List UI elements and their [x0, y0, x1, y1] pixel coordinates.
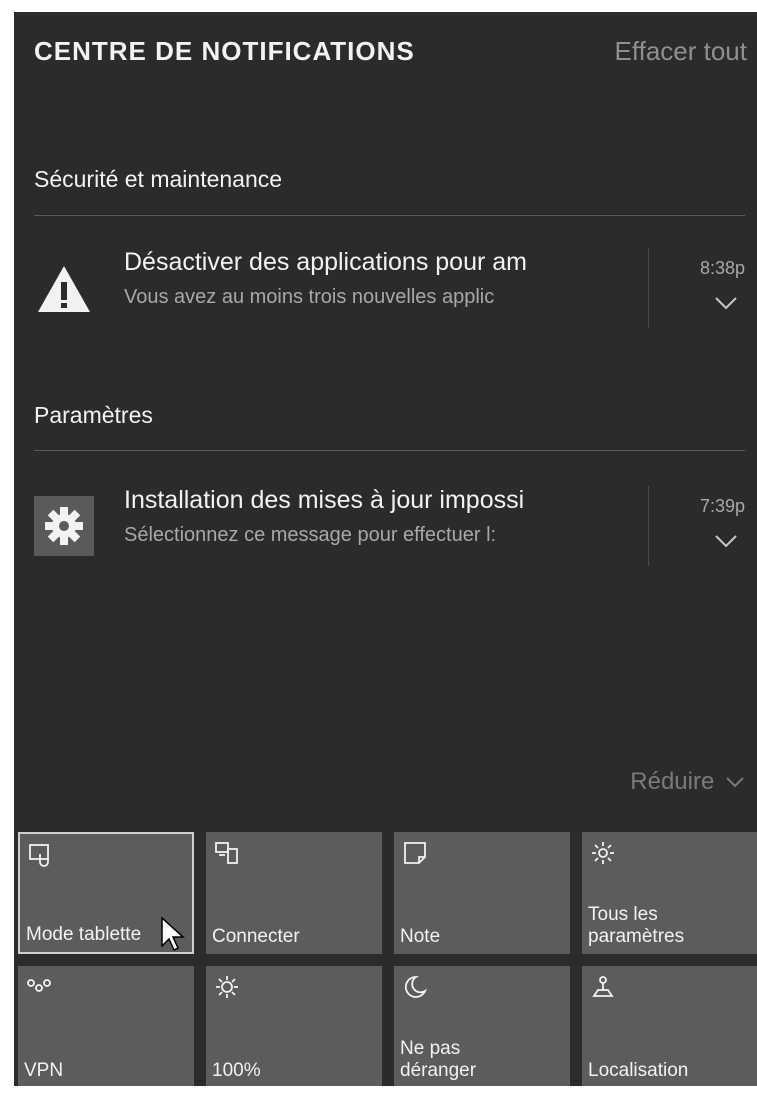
group-title-settings: Paramètres: [34, 402, 153, 428]
moon-icon: [402, 974, 428, 1000]
clear-all-button[interactable]: Effacer tout: [615, 36, 748, 67]
collapse-button[interactable]: Réduire: [630, 768, 745, 796]
tile-label: Note: [400, 926, 441, 947]
gear-icon: [34, 496, 94, 556]
mouse-cursor-icon: [161, 916, 185, 952]
chevron-down-icon[interactable]: [713, 294, 739, 312]
settings-icon: [590, 840, 616, 866]
note-icon: [402, 840, 428, 866]
tile-all-settings[interactable]: Tous les paramètres: [582, 832, 757, 954]
chevron-down-icon: [726, 777, 744, 788]
vpn-icon: [26, 974, 52, 1000]
notification-settings[interactable]: Installation des mises à jour impossi Sé…: [34, 482, 745, 572]
action-center-panel: CENTRE DE NOTIFICATIONS Effacer tout Séc…: [14, 12, 757, 1086]
tile-note[interactable]: Note: [394, 832, 570, 954]
notification-title: Désactiver des applications pour am: [124, 248, 527, 276]
tile-brightness[interactable]: 100%: [206, 966, 382, 1086]
tile-location[interactable]: Localisation: [582, 966, 757, 1086]
tile-do-not-disturb[interactable]: Ne pas déranger: [394, 966, 570, 1086]
notification-time: 7:39p: [699, 496, 745, 516]
brightness-icon: [214, 974, 240, 1000]
tile-label: VPN: [24, 1060, 64, 1081]
notification-title: Installation des mises à jour impossi: [124, 486, 525, 514]
notification-security[interactable]: Désactiver des applications pour am Vous…: [34, 244, 745, 334]
notification-separator: [648, 486, 649, 566]
location-icon: [590, 974, 616, 1000]
group-divider: [34, 450, 745, 451]
notification-body: Vous avez au moins trois nouvelles appli…: [124, 286, 495, 308]
tile-label: 100%: [212, 1060, 261, 1081]
group-title-security: Sécurité et maintenance: [34, 166, 283, 192]
notification-body: Sélectionnez ce message pour effectuer l…: [124, 524, 497, 546]
tile-label: Localisation: [588, 1060, 689, 1081]
warning-icon: [34, 258, 94, 318]
tile-label: Tous les paramètres: [588, 904, 685, 947]
chevron-down-icon[interactable]: [713, 532, 739, 550]
tile-label: Connecter: [212, 926, 300, 947]
connect-icon: [214, 840, 240, 866]
collapse-label: Réduire: [630, 768, 715, 795]
notification-time: 8:38p: [699, 258, 745, 278]
panel-title: CENTRE DE NOTIFICATIONS: [34, 36, 415, 66]
tile-connect[interactable]: Connecter: [206, 832, 382, 954]
notification-separator: [648, 248, 649, 328]
tile-label: Ne pas déranger: [400, 1038, 477, 1081]
tablet-mode-icon: [28, 842, 54, 868]
group-divider: [34, 215, 745, 216]
tile-tablet-mode[interactable]: Mode tablette: [18, 832, 194, 954]
tile-vpn[interactable]: VPN: [18, 966, 194, 1086]
